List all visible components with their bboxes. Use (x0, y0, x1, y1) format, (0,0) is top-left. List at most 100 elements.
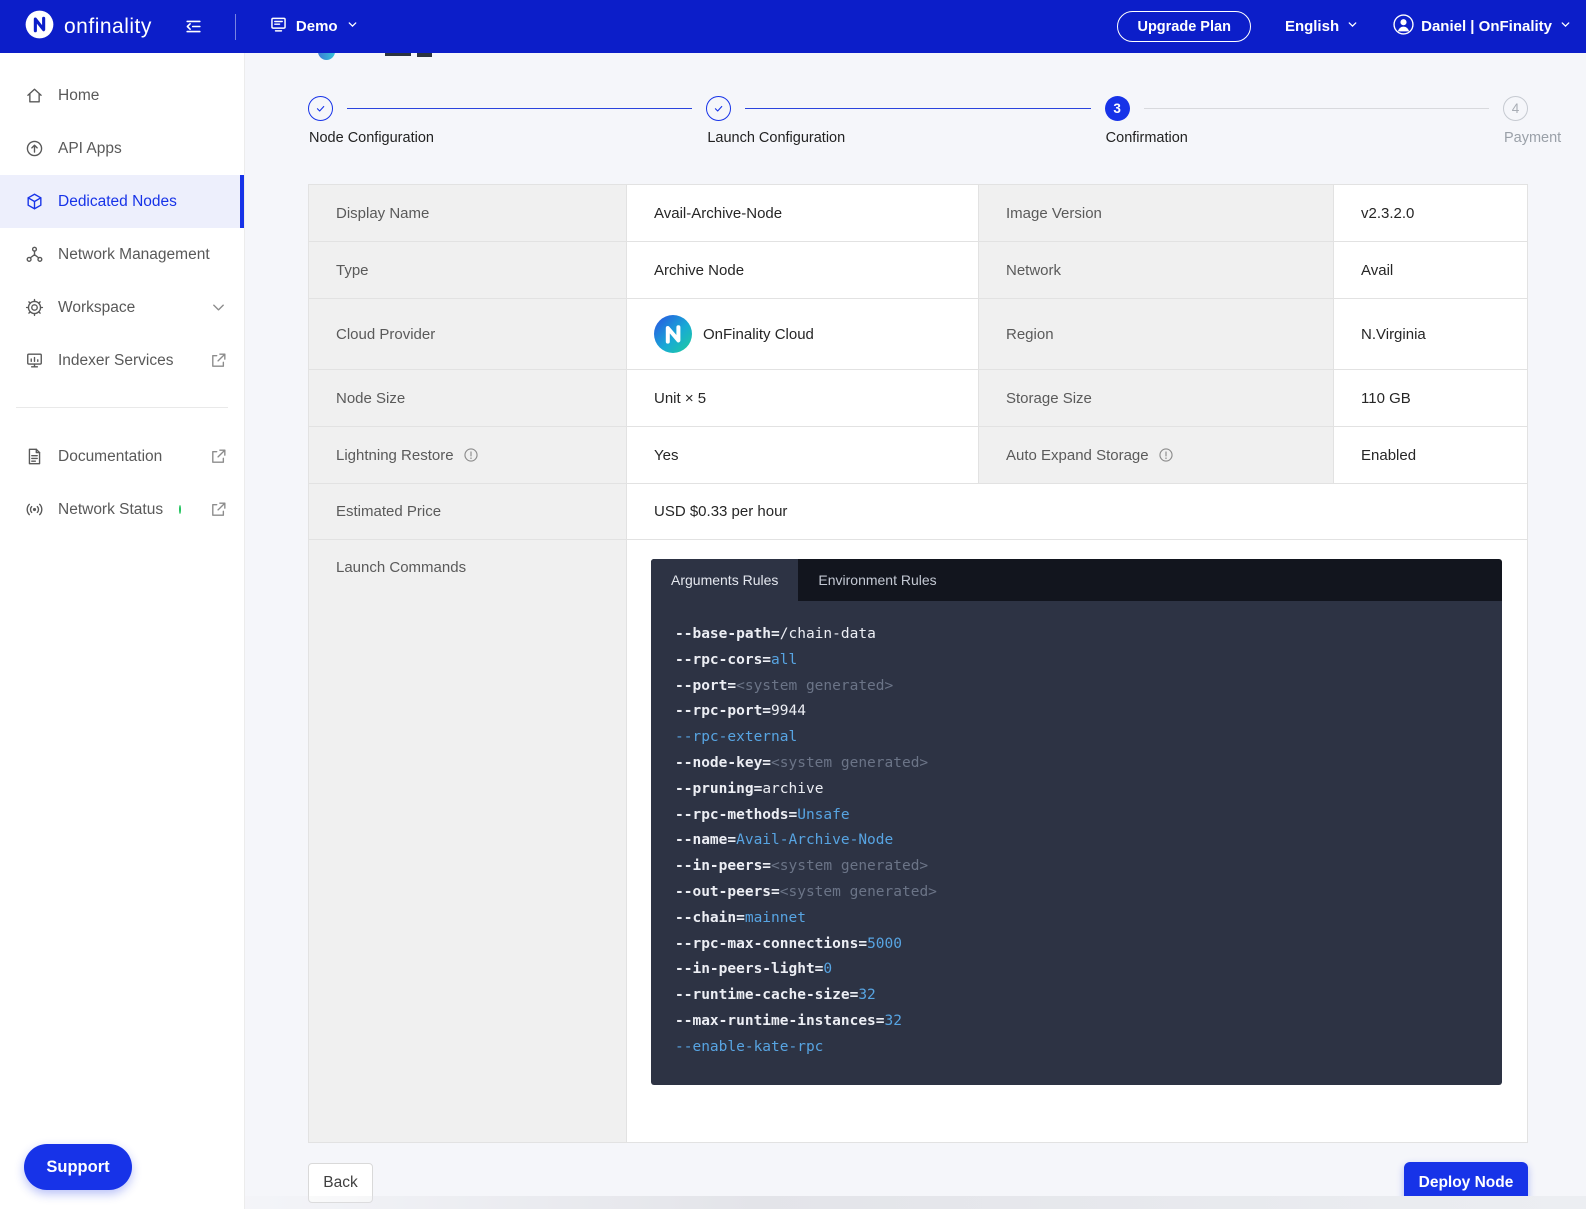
workspace-name: Demo (296, 18, 338, 35)
info-icon[interactable] (463, 447, 479, 463)
broadcast-icon (25, 500, 44, 519)
code-line: --pruning=archive (675, 777, 1478, 803)
table-value-cell: Yes (627, 427, 979, 483)
table-label-text: Cloud Provider (336, 326, 435, 343)
sidebar-item-home[interactable]: Home (0, 69, 244, 122)
tab-arguments-rules[interactable]: Arguments Rules (651, 559, 798, 601)
table-label-text: Estimated Price (336, 503, 441, 520)
table-label-text: Region (1006, 326, 1054, 343)
table-row: Estimated Price USD $0.33 per hour (309, 484, 1527, 540)
user-menu[interactable]: Daniel | OnFinality (1393, 14, 1572, 39)
sidebar-divider (16, 407, 228, 408)
table-label-text: Display Name (336, 205, 429, 222)
api-apps-icon (25, 139, 44, 158)
sidebar-item-dedicated-nodes[interactable]: Dedicated Nodes (0, 175, 244, 228)
step-4-pending: 4Payment (1503, 96, 1528, 121)
avatar-icon (1393, 14, 1414, 39)
code-tabs: Arguments RulesEnvironment Rules (651, 559, 1502, 601)
clipped-page-title-text (417, 53, 432, 57)
table-row: Launch Commands Arguments RulesEnvironmen… (309, 540, 1527, 1142)
chevron-down-icon (346, 18, 359, 36)
step-circle: 3 (1105, 96, 1130, 121)
code-line: --in-peers-light=0 (675, 957, 1478, 983)
external-link-icon (209, 500, 228, 519)
table-value-cell: N.Virginia (1334, 299, 1527, 369)
code-line: --port=<system generated> (675, 674, 1478, 700)
tab-environment-rules[interactable]: Environment Rules (798, 559, 956, 601)
sidebar-item-api-apps[interactable]: API Apps (0, 122, 244, 175)
table-label-cell: Cloud Provider (309, 299, 627, 369)
chevron-down-icon (209, 298, 228, 317)
gear-icon (25, 298, 44, 317)
status-dot-online (179, 505, 181, 514)
sidebar-item-label: Documentation (58, 448, 195, 466)
external-link-icon (209, 447, 228, 466)
table-value-cell: Avail (1334, 242, 1527, 298)
table-label-text: Image Version (1006, 205, 1102, 222)
info-icon[interactable] (1158, 447, 1174, 463)
step-label: Confirmation (1106, 130, 1188, 146)
sidebar-item-network-status[interactable]: Network Status (0, 483, 244, 536)
header-divider (235, 14, 236, 40)
menu-fold-icon[interactable] (184, 17, 203, 36)
table-value-text: Unit × 5 (654, 390, 706, 407)
table-value-text: OnFinality Cloud (703, 326, 814, 343)
table-value-text: Avail-Archive-Node (654, 205, 782, 222)
sidebar-item-network-management[interactable]: Network Management (0, 228, 244, 281)
table-value-cell: 110 GB (1334, 370, 1527, 426)
table-row: Lightning RestoreYesAuto Expand StorageE… (309, 427, 1527, 484)
table-value-cell: Unit × 5 (627, 370, 979, 426)
table-row: TypeArchive NodeNetworkAvail (309, 242, 1527, 299)
table-value-cell: OnFinality Cloud (627, 299, 979, 369)
table-label-cell: Launch Commands (309, 540, 627, 1142)
brand[interactable]: onfinality (0, 10, 152, 44)
sidebar-item-workspace[interactable]: Workspace (0, 281, 244, 334)
bottom-scroll-fade (200, 1196, 1586, 1209)
table-row: Display Name Avail-Archive-Node Image Vers… (309, 185, 1527, 242)
sidebar-item-label: Network Status (58, 501, 163, 519)
upgrade-plan-button[interactable]: Upgrade Plan (1117, 11, 1250, 42)
code-line: --runtime-cache-size=32 (675, 983, 1478, 1009)
step-connector (1144, 108, 1489, 109)
brand-name: onfinality (64, 15, 152, 39)
table-row: Node SizeUnit × 5Storage Size110 GB (309, 370, 1527, 427)
step-label: Launch Configuration (707, 130, 845, 146)
indexer-icon (25, 351, 44, 370)
workspace-switcher[interactable]: Demo (269, 15, 359, 39)
table-label-cell: Storage Size (979, 370, 1334, 426)
code-line: --node-key=<system generated> (675, 751, 1478, 777)
table-label-text: Network (1006, 262, 1061, 279)
clipped-page-title-text (385, 53, 411, 56)
sidebar-item-indexer-services[interactable]: Indexer Services (0, 334, 244, 387)
app-header: onfinality Demo Upgrade Plan English (0, 0, 1586, 53)
clipped-page-title-icon (318, 53, 335, 60)
step-label: Payment (1504, 130, 1561, 146)
code-line: --name=Avail-Archive-Node (675, 828, 1478, 854)
support-button[interactable]: Support (24, 1144, 132, 1190)
step-3-current: 3Confirmation (1105, 96, 1130, 121)
table-value-cell: Enabled (1334, 427, 1527, 483)
table-label-cell: Auto Expand Storage (979, 427, 1334, 483)
language-label: English (1285, 18, 1339, 35)
network-icon (25, 245, 44, 264)
table-value-text: Enabled (1361, 447, 1416, 464)
code-line: --rpc-methods=Unsafe (675, 803, 1478, 829)
table-value-cell: USD $0.33 per hour (627, 484, 1527, 539)
code-line: --base-path=/chain-data (675, 622, 1478, 648)
code-line: --out-peers=<system generated> (675, 880, 1478, 906)
step-connector (347, 108, 692, 109)
language-selector[interactable]: English (1285, 18, 1359, 35)
document-icon (25, 447, 44, 466)
table-label-cell: Network (979, 242, 1334, 298)
cube-icon (25, 192, 44, 211)
table-label-text: Storage Size (1006, 390, 1092, 407)
table-value-cell: Archive Node (627, 242, 979, 298)
code-line: --rpc-external (675, 725, 1478, 751)
table-label-text: Auto Expand Storage (1006, 447, 1149, 464)
code-line: --rpc-port=9944 (675, 699, 1478, 725)
onfinality-cloud-logo-icon (654, 315, 692, 353)
sidebar-item-documentation[interactable]: Documentation (0, 430, 244, 483)
step-2-done: Launch Configuration (706, 96, 731, 121)
main-content: Node ConfigurationLaunch Configuration3C… (245, 53, 1586, 1209)
step-circle (308, 96, 333, 121)
